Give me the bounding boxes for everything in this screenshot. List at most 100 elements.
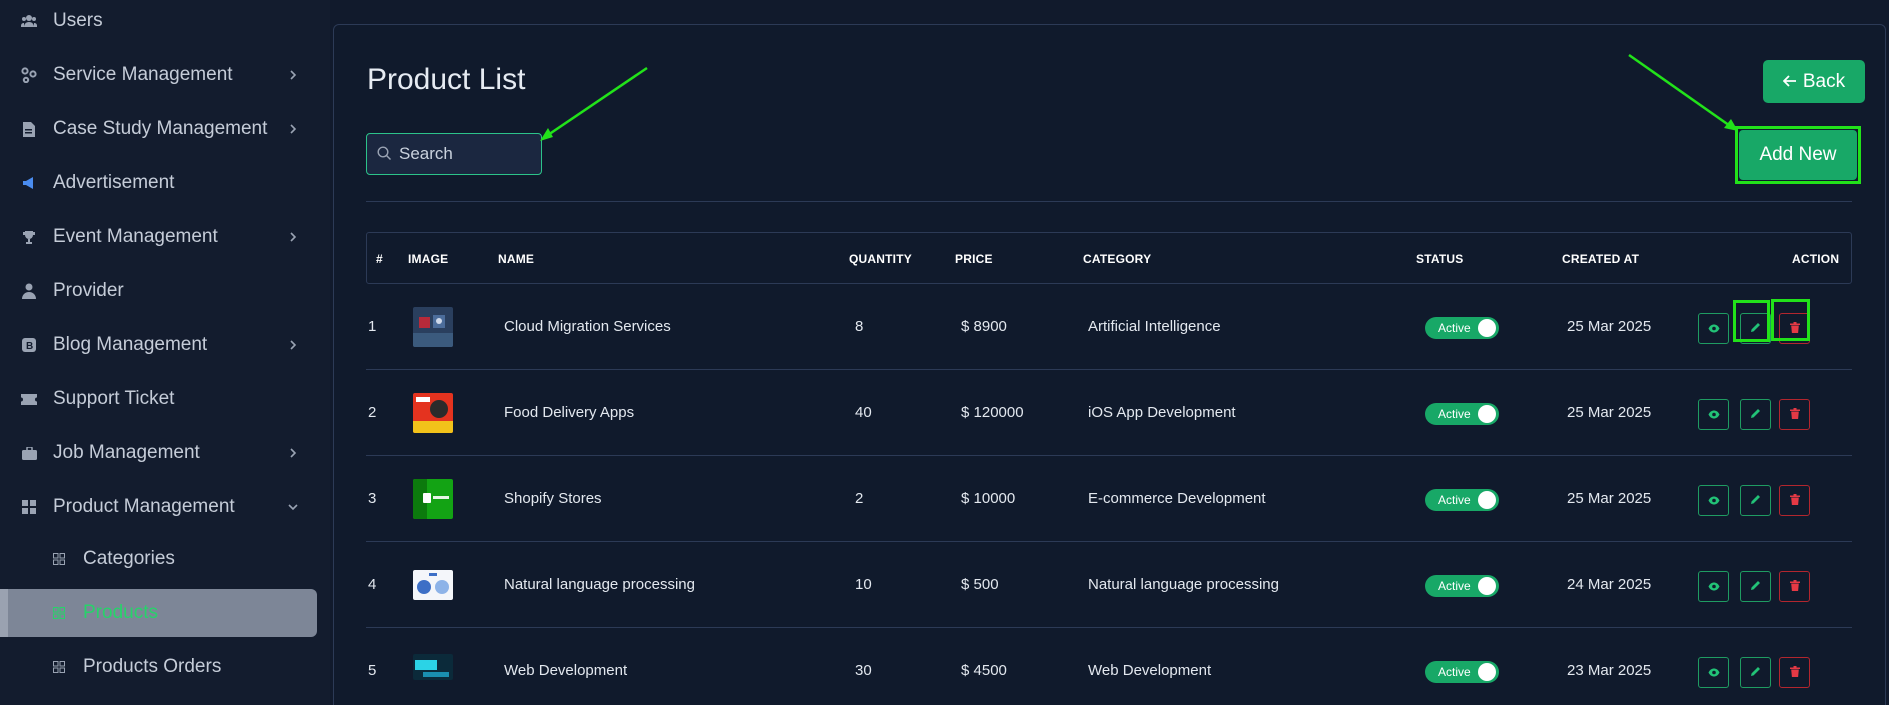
sidebar-subitem-products-orders[interactable]: Products Orders bbox=[0, 643, 318, 691]
users-icon bbox=[20, 12, 38, 30]
header-quantity: QUANTITY bbox=[849, 252, 912, 266]
svg-text:B: B bbox=[26, 341, 33, 352]
sidebar-item-provider[interactable]: Provider bbox=[0, 267, 318, 315]
trophy-icon bbox=[20, 228, 38, 246]
add-new-button[interactable]: Add New bbox=[1739, 130, 1857, 180]
product-price: $ 500 bbox=[961, 576, 999, 593]
product-name: Natural language processing bbox=[504, 576, 695, 593]
sidebar-item-label: Provider bbox=[53, 280, 124, 301]
sidebar-item-event-management[interactable]: Event Management bbox=[0, 213, 318, 261]
back-button[interactable]: Back bbox=[1763, 60, 1865, 103]
ticket-icon bbox=[20, 390, 38, 408]
megaphone-icon bbox=[20, 174, 38, 192]
edit-button[interactable] bbox=[1740, 399, 1771, 430]
edit-button[interactable] bbox=[1740, 313, 1771, 344]
row-index: 3 bbox=[368, 490, 377, 507]
chevron-right-icon bbox=[288, 340, 298, 350]
status-label: Active bbox=[1438, 493, 1471, 507]
product-quantity: 40 bbox=[855, 404, 872, 421]
sidebar-item-label: Event Management bbox=[53, 226, 218, 247]
sidebar-item-label: Blog Management bbox=[53, 334, 208, 355]
sidebar-item-label: Job Management bbox=[53, 442, 200, 463]
product-table: # IMAGE NAME QUANTITY PRICE CATEGORY STA… bbox=[366, 232, 1852, 705]
view-button[interactable] bbox=[1698, 657, 1729, 688]
page-title: Product List bbox=[367, 63, 526, 96]
product-price: $ 120000 bbox=[961, 404, 1024, 421]
sidebar-item-users[interactable]: Users bbox=[0, 0, 318, 45]
chevron-right-icon bbox=[288, 124, 298, 134]
grid-small-icon bbox=[52, 606, 66, 620]
view-button[interactable] bbox=[1698, 485, 1729, 516]
search-input[interactable] bbox=[399, 144, 539, 164]
user-tie-icon bbox=[20, 282, 38, 300]
trash-icon bbox=[1789, 406, 1800, 423]
status-toggle[interactable]: Active bbox=[1425, 489, 1499, 511]
toggle-knob bbox=[1478, 405, 1496, 423]
sidebar-item-label: Products bbox=[83, 602, 158, 623]
delete-button[interactable] bbox=[1779, 313, 1810, 344]
table-row: 5 Web Development 30 $ 4500 Web Developm… bbox=[366, 628, 1852, 705]
toggle-knob bbox=[1478, 577, 1496, 595]
row-index: 4 bbox=[368, 576, 377, 593]
sidebar-item-service-management[interactable]: Service Management bbox=[0, 51, 318, 99]
header-index: # bbox=[376, 252, 383, 266]
header-category: CATEGORY bbox=[1083, 252, 1152, 266]
eye-icon bbox=[1708, 492, 1720, 509]
product-thumbnail bbox=[413, 570, 453, 600]
eye-icon bbox=[1708, 664, 1720, 681]
delete-button[interactable] bbox=[1779, 399, 1810, 430]
sidebar-item-support-ticket[interactable]: Support Ticket bbox=[0, 375, 318, 423]
product-name: Shopify Stores bbox=[504, 490, 602, 507]
sidebar-item-blog-management[interactable]: B Blog Management bbox=[0, 321, 318, 369]
header-action: ACTION bbox=[1792, 252, 1840, 266]
product-name: Food Delivery Apps bbox=[504, 404, 635, 421]
product-quantity: 10 bbox=[855, 576, 872, 593]
sidebar-subitem-categories[interactable]: Categories bbox=[0, 535, 318, 583]
sidebar-item-job-management[interactable]: Job Management bbox=[0, 429, 318, 477]
product-category: Artificial Intelligence bbox=[1088, 318, 1221, 335]
trash-icon bbox=[1789, 320, 1800, 337]
sidebar-subitem-products[interactable]: Products bbox=[0, 589, 317, 637]
main-panel: Product List Back Add New # IMAGE NAME Q… bbox=[333, 24, 1886, 705]
divider bbox=[366, 201, 1852, 202]
delete-button[interactable] bbox=[1779, 571, 1810, 602]
sidebar-item-product-management[interactable]: Product Management bbox=[0, 483, 318, 531]
edit-button[interactable] bbox=[1740, 485, 1771, 516]
sidebar-item-label: Product Management bbox=[53, 496, 235, 517]
product-category: Web Development bbox=[1088, 662, 1212, 679]
sidebar-item-label: Advertisement bbox=[53, 172, 175, 193]
eye-icon bbox=[1708, 320, 1720, 337]
view-button[interactable] bbox=[1698, 399, 1729, 430]
edit-button[interactable] bbox=[1740, 571, 1771, 602]
edit-button[interactable] bbox=[1740, 657, 1771, 688]
pencil-icon bbox=[1750, 406, 1761, 423]
sidebar-item-label: Case Study Management bbox=[53, 118, 268, 139]
status-toggle[interactable]: Active bbox=[1425, 575, 1499, 597]
delete-button[interactable] bbox=[1779, 485, 1810, 516]
eye-icon bbox=[1708, 578, 1720, 595]
toggle-knob bbox=[1478, 491, 1496, 509]
status-label: Active bbox=[1438, 321, 1471, 335]
status-toggle[interactable]: Active bbox=[1425, 317, 1499, 339]
status-toggle[interactable]: Active bbox=[1425, 661, 1499, 683]
product-category: E-commerce Development bbox=[1088, 490, 1266, 507]
header-name: NAME bbox=[498, 252, 535, 266]
grid-small-icon bbox=[52, 552, 66, 566]
toggle-knob bbox=[1478, 319, 1496, 337]
grid-icon bbox=[20, 498, 38, 516]
delete-button[interactable] bbox=[1779, 657, 1810, 688]
table-header: # IMAGE NAME QUANTITY PRICE CATEGORY STA… bbox=[366, 232, 1852, 284]
sidebar-item-advertisement[interactable]: Advertisement bbox=[0, 159, 318, 207]
view-button[interactable] bbox=[1698, 313, 1729, 344]
pencil-icon bbox=[1750, 320, 1761, 337]
product-quantity: 2 bbox=[855, 490, 864, 507]
chevron-right-icon bbox=[288, 448, 298, 458]
table-row: 2 Food Delivery Apps 40 $ 120000 iOS App… bbox=[366, 370, 1852, 456]
status-toggle[interactable]: Active bbox=[1425, 403, 1499, 425]
search-box[interactable] bbox=[366, 133, 542, 175]
status-label: Active bbox=[1438, 579, 1471, 593]
toggle-knob bbox=[1478, 663, 1496, 681]
view-button[interactable] bbox=[1698, 571, 1729, 602]
chevron-down-icon bbox=[288, 502, 298, 512]
sidebar-item-case-study-management[interactable]: Case Study Management bbox=[0, 105, 318, 153]
